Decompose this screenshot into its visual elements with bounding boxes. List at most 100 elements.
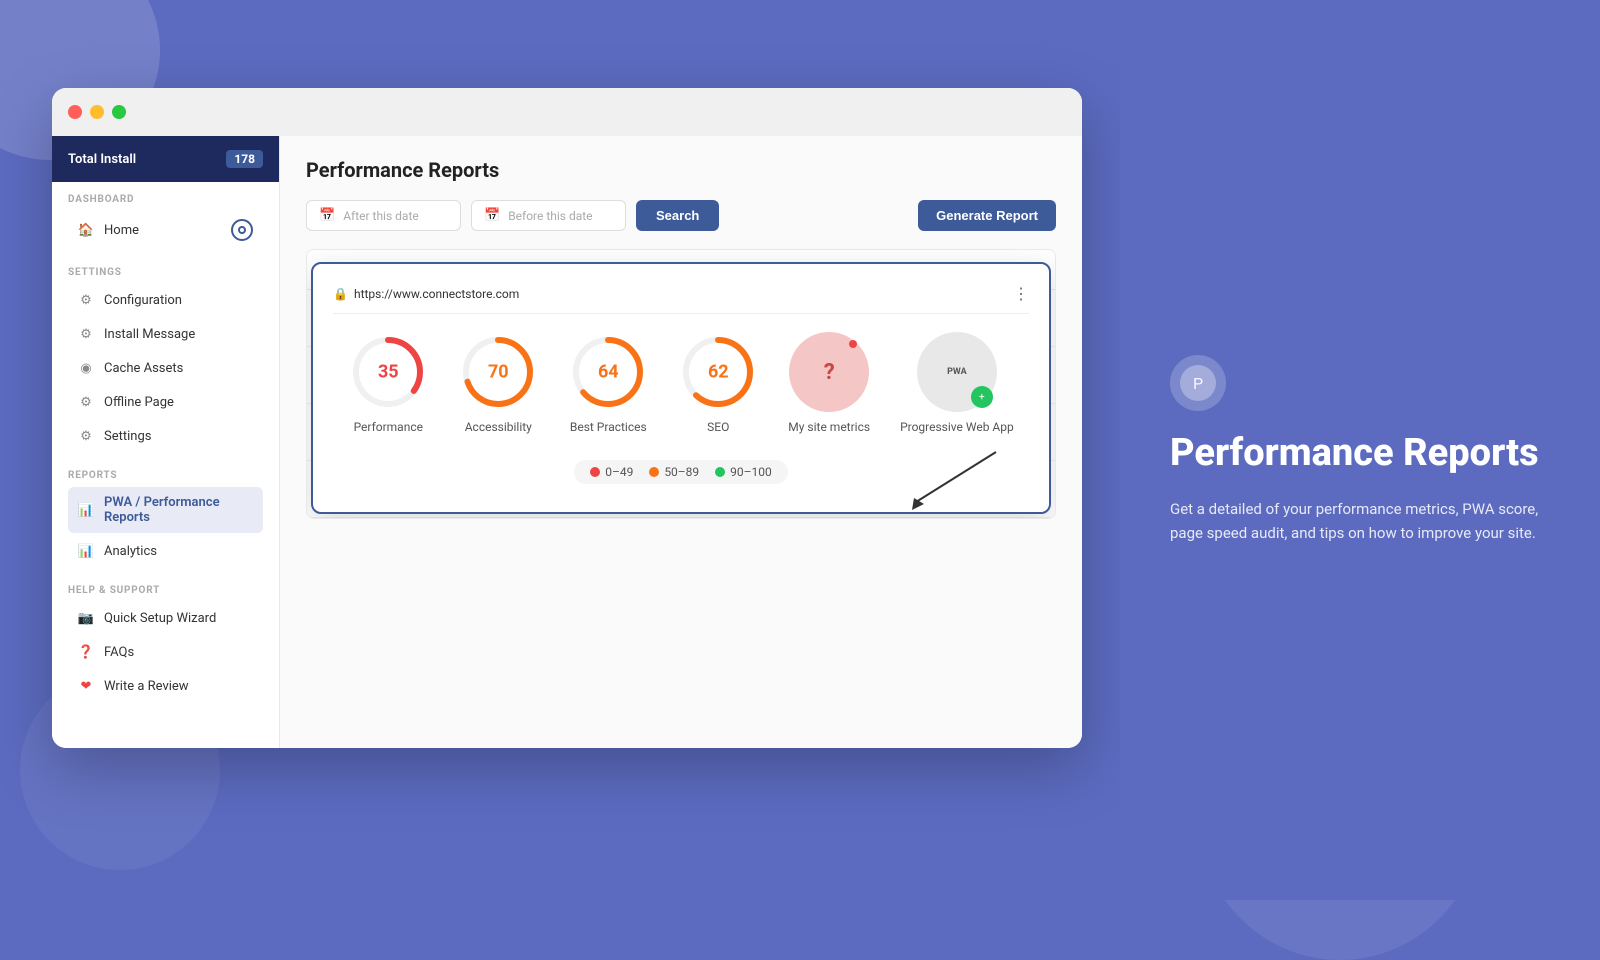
help-section-label: HELP & SUPPORT [68, 585, 263, 596]
legend-label-green: 90–100 [730, 465, 772, 479]
maximize-button[interactable] [112, 105, 126, 119]
install-message-icon: ⚙ [78, 326, 94, 342]
analytics-label: Analytics [104, 544, 157, 559]
sidebar-item-settings[interactable]: ⚙ Settings [68, 420, 263, 452]
sidebar-item-cache-assets[interactable]: ◉ Cache Assets [68, 352, 263, 384]
sidebar-item-analytics[interactable]: 📊 Analytics [68, 535, 263, 567]
sidebar-item-write-review[interactable]: ❤ Write a Review [68, 670, 263, 702]
metric-label-site-metrics: My site metrics [788, 420, 870, 436]
browser-titlebar [52, 88, 1082, 136]
donut-seo: 62 [678, 332, 758, 412]
analytics-icon: 📊 [78, 543, 94, 559]
sidebar-section-reports: REPORTS 📊 PWA / Performance Reports 📊 An… [52, 458, 279, 573]
site-metrics-question: ? [824, 360, 835, 385]
install-message-label: Install Message [104, 327, 195, 342]
donut-value-seo: 62 [708, 362, 729, 383]
minimize-button[interactable] [90, 105, 104, 119]
sidebar-item-configuration[interactable]: ⚙ Configuration [68, 284, 263, 316]
offline-page-label: Offline Page [104, 395, 174, 410]
legend-item-green: 90–100 [715, 465, 772, 479]
legend-dot-orange [649, 467, 659, 477]
calendar-after-icon: 📅 [319, 208, 335, 223]
donut-accessibility: 70 [458, 332, 538, 412]
write-review-label: Write a Review [104, 679, 189, 694]
total-install-badge: 178 [226, 150, 263, 168]
quick-setup-icon: 📷 [78, 610, 94, 626]
more-options-icon[interactable]: ⋮ [1013, 284, 1029, 303]
rp-icon-inner: P [1180, 365, 1216, 401]
sidebar-section-settings: SETTINGS ⚙ Configuration ⚙ Install Messa… [52, 255, 279, 458]
cache-assets-label: Cache Assets [104, 361, 183, 376]
rp-icon-symbol: P [1193, 374, 1203, 393]
legend-label-red: 0–49 [605, 465, 633, 479]
right-panel: P Performance Reports Get a detailed of … [1120, 0, 1600, 900]
metric-best-practices: 64 Best Practices [568, 332, 648, 436]
donut-value-best-practices: 64 [598, 362, 619, 383]
after-date-placeholder: After this date [343, 209, 419, 223]
legend-container: 0–49 50–89 90–100 [574, 460, 788, 484]
metric-label-pwa: Progressive Web App [900, 420, 1014, 436]
calendar-before-icon: 📅 [484, 208, 500, 223]
home-icon: 🏠 [78, 222, 94, 238]
popup-url: 🔒 https://www.connectstore.com [333, 287, 519, 301]
pwa-reports-label: PWA / Performance Reports [104, 495, 253, 525]
rp-title: Performance Reports [1170, 431, 1550, 477]
metric-label-seo: SEO [707, 420, 729, 436]
pwa-badge: + [971, 386, 993, 408]
sidebar-item-offline-page[interactable]: ⚙ Offline Page [68, 386, 263, 418]
legend-dot-red [590, 467, 600, 477]
popup-url-bar: 🔒 https://www.connectstore.com ⋮ [333, 284, 1029, 314]
arrow-pointer [896, 442, 1016, 512]
sidebar-section-dashboard: DASHBOARD 🏠 Home [52, 182, 279, 255]
legend-dot-green [715, 467, 725, 477]
configuration-label: Configuration [104, 293, 182, 308]
sidebar-header: Total Install 178 [52, 136, 279, 182]
donut-performance: 35 [348, 332, 428, 412]
browser-window: Total Install 178 DASHBOARD 🏠 Home SETTI… [52, 88, 1082, 748]
sidebar: Total Install 178 DASHBOARD 🏠 Home SETTI… [52, 136, 280, 748]
pwa-icon-wrap: PWA + [917, 332, 997, 412]
circle-indicator-inner [238, 226, 246, 234]
site-metrics-circle: ? [789, 332, 869, 412]
faqs-label: FAQs [104, 645, 134, 660]
sidebar-item-home[interactable]: 🏠 Home [68, 211, 263, 249]
metrics-row: 35 Performance 70 [333, 332, 1029, 436]
sidebar-item-install-message[interactable]: ⚙ Install Message [68, 318, 263, 350]
filter-bar: 📅 After this date 📅 Before this date Sea… [306, 200, 1056, 231]
generate-report-button[interactable]: Generate Report [918, 200, 1056, 231]
configuration-icon: ⚙ [78, 292, 94, 308]
heart-icon: ❤ [78, 678, 94, 694]
page-title: Performance Reports [306, 158, 1056, 182]
url-text: https://www.connectstore.com [354, 287, 519, 301]
legend-item-orange: 50–89 [649, 465, 699, 479]
pwa-reports-icon: 📊 [78, 502, 94, 518]
dashboard-section-label: DASHBOARD [68, 194, 263, 205]
rp-description: Get a detailed of your performance metri… [1170, 497, 1550, 545]
legend-label-orange: 50–89 [664, 465, 699, 479]
before-date-input[interactable]: 📅 Before this date [471, 200, 626, 231]
faqs-icon: ❓ [78, 644, 94, 660]
quick-setup-label: Quick Setup Wizard [104, 611, 216, 626]
secure-icon: 🔒 [333, 287, 348, 301]
sidebar-item-faqs[interactable]: ❓ FAQs [68, 636, 263, 668]
sidebar-home-label: Home [104, 223, 139, 238]
metric-label-accessibility: Accessibility [465, 420, 532, 436]
total-install-label: Total Install [68, 152, 136, 167]
metric-accessibility: 70 Accessibility [458, 332, 538, 436]
metric-seo: 62 SEO [678, 332, 758, 436]
rp-icon-wrap: P [1170, 355, 1226, 411]
metric-pwa: PWA + Progressive Web App [900, 332, 1014, 436]
settings-icon: ⚙ [78, 428, 94, 444]
sidebar-item-pwa-reports[interactable]: 📊 PWA / Performance Reports [68, 487, 263, 533]
sidebar-item-quick-setup[interactable]: 📷 Quick Setup Wizard [68, 602, 263, 634]
reports-section-label: REPORTS [68, 470, 263, 481]
after-date-input[interactable]: 📅 After this date [306, 200, 461, 231]
settings-section-label: SETTINGS [68, 267, 263, 278]
close-button[interactable] [68, 105, 82, 119]
metric-label-best-practices: Best Practices [570, 420, 647, 436]
donut-value-performance: 35 [378, 362, 399, 383]
search-button[interactable]: Search [636, 200, 719, 231]
pwa-label-inner: PWA [947, 367, 967, 377]
settings-label: Settings [104, 429, 151, 444]
metric-site-metrics: ? My site metrics [788, 332, 870, 436]
